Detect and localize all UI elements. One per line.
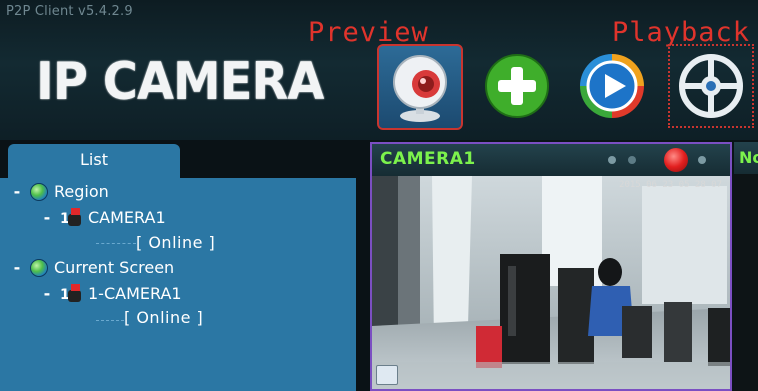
settings-button[interactable] bbox=[668, 44, 754, 128]
collapse-toggle[interactable]: - bbox=[10, 258, 24, 278]
record-icon[interactable] bbox=[664, 148, 688, 172]
tree-node-region[interactable]: - Region bbox=[10, 182, 109, 202]
tree-connector bbox=[96, 320, 124, 321]
tree-node-label: Region bbox=[54, 182, 109, 201]
camera-view-header: CAMERA1 bbox=[372, 144, 730, 176]
add-device-button[interactable] bbox=[484, 53, 550, 119]
snapshot-icon[interactable] bbox=[376, 365, 398, 385]
camera-view-header: No bbox=[734, 142, 758, 174]
brand-logo: IP CAMERA bbox=[36, 52, 324, 112]
video-frame-image bbox=[372, 176, 730, 389]
camera-icon: 1 bbox=[60, 284, 82, 304]
preview-button[interactable] bbox=[377, 44, 463, 130]
tree-node-label: 1-CAMERA1 bbox=[88, 284, 182, 303]
camera-title: No bbox=[739, 148, 758, 167]
tree-connector bbox=[96, 243, 136, 244]
camera-view-2[interactable]: No bbox=[734, 142, 758, 391]
close-view-icon[interactable] bbox=[698, 156, 706, 164]
video-timestamp: 2015 06 23 05 28 07 bbox=[619, 180, 722, 190]
play-icon bbox=[580, 54, 644, 118]
playback-button[interactable] bbox=[578, 52, 646, 120]
app-header: P2P Client v5.4.2.9 IP CAMERA Preview Pl… bbox=[0, 0, 758, 140]
tree-node-1-camera1[interactable]: - 1 1-CAMERA1 bbox=[40, 284, 182, 304]
globe-icon bbox=[30, 183, 48, 201]
tree-node-label: CAMERA1 bbox=[88, 208, 166, 227]
collapse-toggle[interactable]: - bbox=[40, 208, 54, 228]
camera-view-1[interactable]: CAMERA1 2015 06 23 05 28 07 bbox=[370, 142, 732, 391]
tree-node-label: Current Screen bbox=[54, 258, 175, 277]
plus-icon bbox=[485, 54, 549, 118]
collapse-toggle[interactable]: - bbox=[40, 284, 54, 304]
collapse-toggle[interactable]: - bbox=[10, 182, 24, 202]
status-online: [ Online ] bbox=[124, 308, 204, 327]
camera-icon: 1 bbox=[60, 208, 82, 228]
video-feed[interactable] bbox=[372, 176, 730, 389]
camera-title: CAMERA1 bbox=[380, 149, 476, 169]
status-online: [ Online ] bbox=[136, 233, 216, 252]
globe-icon bbox=[30, 259, 48, 277]
tab-list[interactable]: List bbox=[8, 144, 180, 178]
list-tabbar: List bbox=[0, 140, 362, 178]
window-title: P2P Client v5.4.2.9 bbox=[6, 4, 133, 19]
audio-icon[interactable] bbox=[628, 156, 636, 164]
control-wheel-icon bbox=[679, 54, 743, 118]
webcam-icon bbox=[393, 55, 447, 122]
tree-node-camera1[interactable]: - 1 CAMERA1 bbox=[40, 208, 166, 228]
status-dot-icon bbox=[608, 156, 616, 164]
tree-node-current-screen[interactable]: - Current Screen bbox=[10, 258, 174, 278]
panel-divider bbox=[356, 140, 370, 391]
device-list-panel: List - Region - 1 CAMERA1 [ Online ] - C… bbox=[0, 140, 362, 391]
